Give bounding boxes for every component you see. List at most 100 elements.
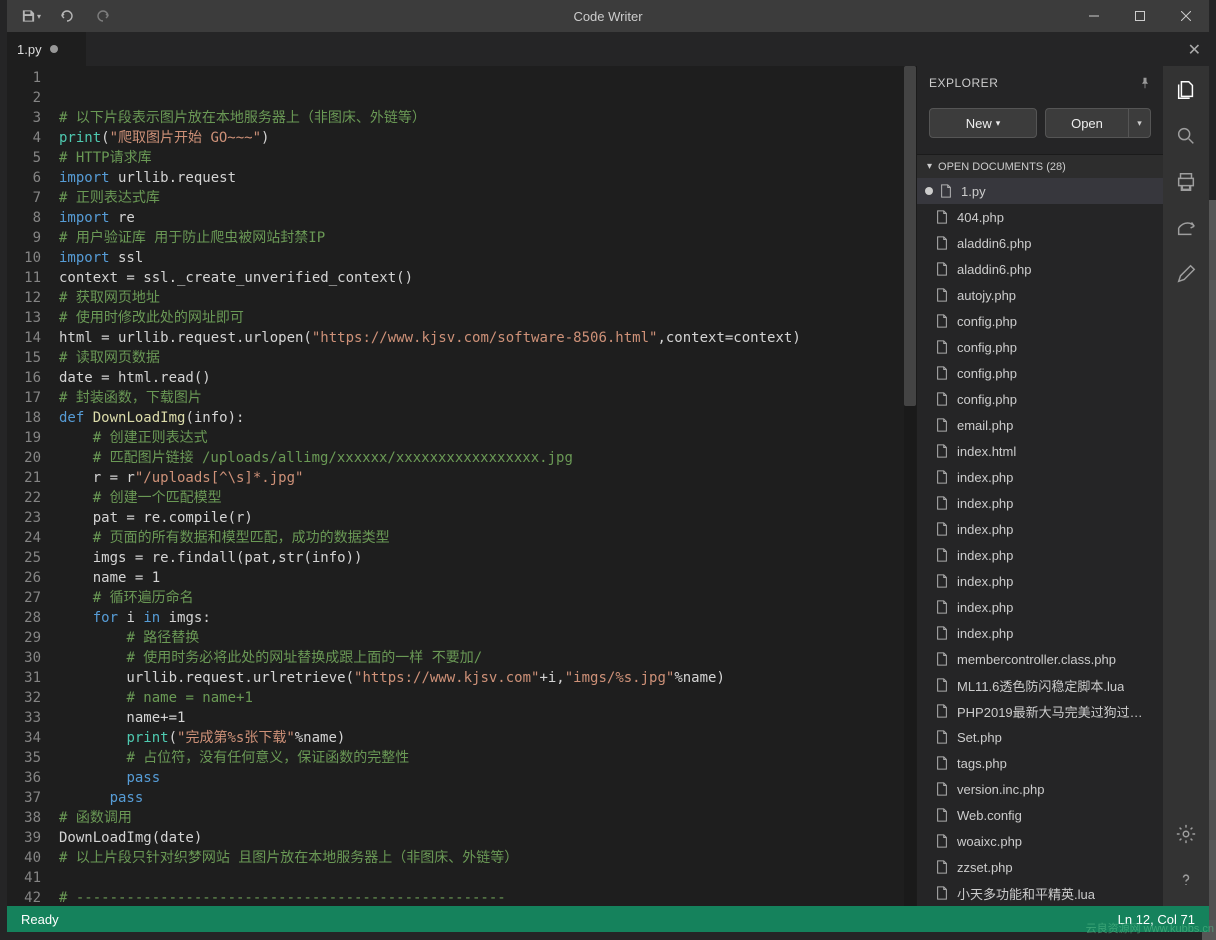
file-item[interactable]: 小天多功能和平精英.lua: [917, 880, 1163, 906]
chevron-down-icon: ▾: [927, 161, 932, 172]
file-name: Set.php: [957, 730, 1002, 745]
file-name: index.php: [957, 470, 1013, 485]
file-item[interactable]: index.php: [917, 464, 1163, 490]
file-item[interactable]: autojy.php: [917, 282, 1163, 308]
file-name: version.inc.php: [957, 782, 1044, 797]
file-item[interactable]: index.php: [917, 620, 1163, 646]
file-item[interactable]: version.inc.php: [917, 776, 1163, 802]
file-item[interactable]: config.php: [917, 360, 1163, 386]
file-item[interactable]: email.php: [917, 412, 1163, 438]
code-editor[interactable]: # 以下片段表示图片放在本地服务器上（非图床、外链等）print("爬取图片开始…: [53, 66, 916, 906]
new-button[interactable]: New▾: [929, 108, 1037, 138]
file-item[interactable]: aladdin6.php: [917, 256, 1163, 282]
file-item[interactable]: index.php: [917, 490, 1163, 516]
titlebar: ▾ Code Writer: [7, 0, 1209, 32]
open-documents-list: 1.py 404.php aladdin6.php aladdin6.php autoj…: [917, 178, 1163, 906]
file-item[interactable]: Web.config: [917, 802, 1163, 828]
explorer-panel: EXPLORER New▾ Open ▾ ▾ OPEN DOCUMENTS (2…: [916, 66, 1163, 906]
file-icon: [935, 262, 949, 276]
undo-button[interactable]: [57, 6, 77, 26]
settings-icon[interactable]: [1174, 822, 1198, 846]
file-icon: [935, 210, 949, 224]
file-item[interactable]: index.php: [917, 594, 1163, 620]
file-item[interactable]: PHP2019最新大马完美过狗过宝塔...: [917, 698, 1163, 724]
file-item[interactable]: config.php: [917, 308, 1163, 334]
help-icon[interactable]: [1174, 868, 1198, 892]
close-button[interactable]: [1163, 0, 1209, 32]
dirty-indicator-icon: [50, 45, 58, 53]
open-documents-header[interactable]: ▾ OPEN DOCUMENTS (28): [917, 154, 1163, 178]
file-item[interactable]: 404.php: [917, 204, 1163, 230]
file-icon: [935, 626, 949, 640]
file-item[interactable]: Set.php: [917, 724, 1163, 750]
file-name: 404.php: [957, 210, 1004, 225]
dirty-indicator-icon: [925, 187, 933, 195]
file-name: membercontroller.class.php: [957, 652, 1116, 667]
minimize-button[interactable]: [1071, 0, 1117, 32]
edit-icon[interactable]: [1174, 262, 1198, 286]
file-name: index.php: [957, 600, 1013, 615]
file-icon: [935, 366, 949, 380]
file-name: index.php: [957, 522, 1013, 537]
file-item[interactable]: config.php: [917, 334, 1163, 360]
file-name: email.php: [957, 418, 1013, 433]
open-dropdown-button[interactable]: ▾: [1129, 108, 1151, 138]
pin-icon[interactable]: [1139, 77, 1151, 89]
file-name: index.html: [957, 444, 1016, 459]
redo-button[interactable]: [93, 6, 113, 26]
file-icon: [935, 522, 949, 536]
file-name: aladdin6.php: [957, 236, 1031, 251]
file-icon: [935, 782, 949, 796]
save-dropdown-button[interactable]: ▾: [21, 6, 41, 26]
status-bar: Ready Ln 12, Col 71: [7, 906, 1209, 932]
file-name: Web.config: [957, 808, 1022, 823]
file-icon: [935, 808, 949, 822]
status-text: Ready: [21, 912, 59, 927]
file-icon: [935, 392, 949, 406]
file-icon: [935, 288, 949, 302]
file-item[interactable]: woaixc.php: [917, 828, 1163, 854]
file-icon: [935, 652, 949, 666]
file-item[interactable]: index.html: [917, 438, 1163, 464]
file-name: index.php: [957, 626, 1013, 641]
file-icon: [935, 678, 949, 692]
file-icon: [935, 444, 949, 458]
editor-pane: 1234567891011121314151617181920212223242…: [7, 66, 916, 906]
share-icon[interactable]: [1174, 216, 1198, 240]
tab-label: 1.py: [17, 42, 42, 57]
file-item[interactable]: ML11.6透色防闪稳定脚本.lua: [917, 672, 1163, 698]
file-item[interactable]: config.php: [917, 386, 1163, 412]
file-item[interactable]: 1.py: [917, 178, 1163, 204]
file-icon: [935, 730, 949, 744]
activity-bar: [1163, 66, 1209, 906]
file-name: index.php: [957, 574, 1013, 589]
file-name: PHP2019最新大马完美过狗过宝塔...: [957, 702, 1153, 721]
file-item[interactable]: membercontroller.class.php: [917, 646, 1163, 672]
file-icon: [935, 470, 949, 484]
maximize-button[interactable]: [1117, 0, 1163, 32]
editor-scrollbar[interactable]: [904, 66, 916, 906]
file-item[interactable]: tags.php: [917, 750, 1163, 776]
file-icon: [935, 886, 949, 900]
file-item[interactable]: index.php: [917, 516, 1163, 542]
print-icon[interactable]: [1174, 170, 1198, 194]
close-tab-icon[interactable]: ✕: [1188, 40, 1201, 60]
file-name: aladdin6.php: [957, 262, 1031, 277]
file-name: ML11.6透色防闪稳定脚本.lua: [957, 676, 1124, 695]
file-icon: [935, 236, 949, 250]
file-name: 小天多功能和平精英.lua: [957, 884, 1095, 903]
file-item[interactable]: aladdin6.php: [917, 230, 1163, 256]
file-name: index.php: [957, 548, 1013, 563]
app-title: Code Writer: [573, 9, 642, 24]
watermark: 云良资源网 www.kubbs.cn: [1086, 920, 1214, 936]
search-icon[interactable]: [1174, 124, 1198, 148]
file-name: config.php: [957, 314, 1017, 329]
file-item[interactable]: index.php: [917, 542, 1163, 568]
file-item[interactable]: zzset.php: [917, 854, 1163, 880]
open-button[interactable]: Open: [1045, 108, 1129, 138]
file-name: tags.php: [957, 756, 1007, 771]
files-icon[interactable]: [1174, 78, 1198, 102]
file-name: config.php: [957, 366, 1017, 381]
tab-1-py[interactable]: 1.py: [7, 32, 87, 66]
file-item[interactable]: index.php: [917, 568, 1163, 594]
